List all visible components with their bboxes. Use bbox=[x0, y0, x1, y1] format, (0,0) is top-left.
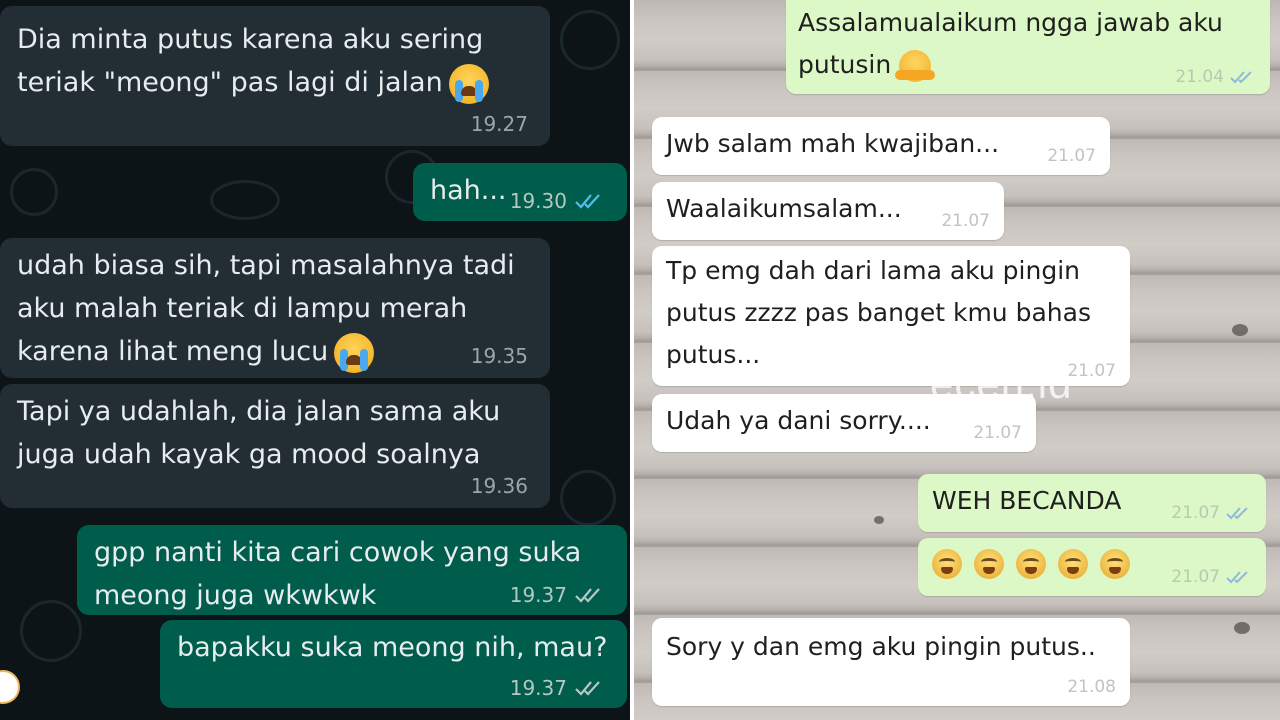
message-text: Udah ya dani sorry.... bbox=[666, 406, 931, 435]
message-text: hah... bbox=[430, 175, 507, 206]
message-text: Tp emg dah dari lama aku pingin putus zz… bbox=[666, 256, 1091, 369]
message-meta: 21.07 bbox=[1171, 502, 1252, 524]
message-time: 21.04 bbox=[1175, 67, 1224, 87]
message-time: 21.07 bbox=[1047, 146, 1096, 166]
wood-knot bbox=[1234, 622, 1250, 634]
loudly-crying-face-icon bbox=[334, 332, 375, 373]
message-bubble-incoming[interactable]: Waalaikumsalam... 21.07 bbox=[652, 182, 1004, 240]
emoji-row bbox=[932, 549, 1142, 579]
message-text: Sory y dan emg aku pingin putus.. bbox=[666, 632, 1096, 661]
message-time: 19.27 bbox=[470, 112, 528, 136]
message-text: Dia minta putus karena aku sering teriak… bbox=[17, 18, 489, 104]
hugging-face-icon bbox=[895, 50, 936, 82]
message-meta: 21.07 bbox=[973, 422, 1022, 444]
message-time: 19.36 bbox=[470, 474, 528, 498]
message-text: Jwb salam mah kwajiban... bbox=[666, 129, 1000, 158]
double-check-delivered-icon bbox=[575, 588, 600, 603]
message-bubble-incoming[interactable]: Tapi ya udahlah, dia jalan sama aku juga… bbox=[0, 384, 550, 508]
message-bubble-outgoing[interactable]: gpp nanti kita cari cowok yang suka meon… bbox=[77, 525, 627, 615]
drooling-face-icon bbox=[932, 549, 962, 579]
message-text: Assalamualaikum ngga jawab aku putusin bbox=[798, 2, 1223, 86]
loudly-crying-face-icon bbox=[448, 63, 489, 104]
message-text: gpp nanti kita cari cowok yang suka meon… bbox=[94, 537, 582, 611]
drooling-face-icon bbox=[974, 549, 1004, 579]
double-check-delivered-icon bbox=[575, 681, 600, 696]
message-text: Tapi ya udahlah, dia jalan sama aku juga… bbox=[17, 396, 501, 470]
message-text: Waalaikumsalam... bbox=[666, 194, 902, 223]
message-meta: 19.27 bbox=[471, 112, 528, 136]
message-meta: 19.37 bbox=[510, 676, 605, 700]
message-time: 21.07 bbox=[973, 423, 1022, 443]
left-chat-screenshot: Dia minta putus karena aku sering teriak… bbox=[0, 0, 630, 720]
message-bubble-outgoing[interactable]: 21.07 bbox=[918, 538, 1266, 596]
message-meta: 21.04 bbox=[1175, 66, 1256, 88]
message-text: udah biasa sih, tapi masalahnya tadi aku… bbox=[17, 244, 515, 373]
message-meta: 21.07 bbox=[1067, 360, 1116, 382]
message-bubble-outgoing[interactable]: WEH BECANDA 21.07 bbox=[918, 474, 1266, 532]
message-time: 19.37 bbox=[509, 676, 567, 700]
watermark-text: ecéh.id bbox=[930, 360, 1073, 407]
drooling-face-icon bbox=[1100, 549, 1130, 579]
message-meta: 19.37 bbox=[510, 583, 605, 607]
message-time: 21.08 bbox=[1067, 677, 1116, 697]
message-bubble-incoming[interactable]: Jwb salam mah kwajiban... 21.07 bbox=[652, 117, 1110, 175]
wallpaper-doodle bbox=[10, 168, 58, 216]
message-time: 21.07 bbox=[941, 211, 990, 231]
wallpaper-doodle bbox=[560, 10, 620, 70]
message-bubble-incoming[interactable]: Dia minta putus karena aku sering teriak… bbox=[0, 6, 550, 146]
message-meta: 19.30 bbox=[510, 189, 605, 213]
message-meta: 19.36 bbox=[471, 474, 528, 498]
message-bubble-outgoing[interactable]: bapakku suka meong nih, mau? 19.37 bbox=[160, 620, 627, 708]
wallpaper-doodle bbox=[560, 470, 616, 526]
watermark-logo-icon bbox=[0, 670, 20, 704]
wood-knot bbox=[1232, 324, 1248, 336]
double-check-read-icon bbox=[1230, 71, 1252, 84]
message-text: WEH BECANDA bbox=[932, 486, 1122, 515]
message-meta: 21.07 bbox=[1171, 566, 1252, 588]
message-meta: 21.07 bbox=[941, 210, 990, 232]
right-chat-screenshot: Assalamualaikum ngga jawab aku putusin 2… bbox=[634, 0, 1280, 720]
message-meta: 21.08 bbox=[1067, 676, 1116, 698]
double-check-read-icon bbox=[575, 194, 600, 209]
message-time: 21.07 bbox=[1171, 567, 1220, 587]
message-bubble-incoming[interactable]: Sory y dan emg aku pingin putus.. 21.08 bbox=[652, 618, 1130, 706]
message-meta: 19.35 bbox=[471, 344, 528, 368]
double-check-read-icon bbox=[1226, 507, 1248, 520]
message-time: 19.35 bbox=[470, 344, 528, 368]
double-check-read-icon bbox=[1226, 571, 1248, 584]
message-bubble-outgoing[interactable]: hah... 19.30 bbox=[413, 163, 627, 221]
wood-plank-edge bbox=[634, 612, 1280, 615]
message-time: 19.30 bbox=[509, 189, 567, 213]
wood-knot bbox=[874, 516, 884, 524]
message-bubble-outgoing[interactable]: Assalamualaikum ngga jawab aku putusin 2… bbox=[786, 0, 1270, 94]
drooling-face-icon bbox=[1058, 549, 1088, 579]
message-text: bapakku suka meong nih, mau? bbox=[177, 632, 608, 663]
message-bubble-incoming[interactable]: udah biasa sih, tapi masalahnya tadi aku… bbox=[0, 238, 550, 378]
drooling-face-icon bbox=[1016, 549, 1046, 579]
wallpaper-doodle bbox=[20, 600, 82, 662]
message-time: 19.37 bbox=[509, 583, 567, 607]
message-time: 21.07 bbox=[1171, 503, 1220, 523]
wallpaper-doodle bbox=[210, 180, 280, 220]
message-meta: 21.07 bbox=[1047, 145, 1096, 167]
message-time: 21.07 bbox=[1067, 361, 1116, 381]
